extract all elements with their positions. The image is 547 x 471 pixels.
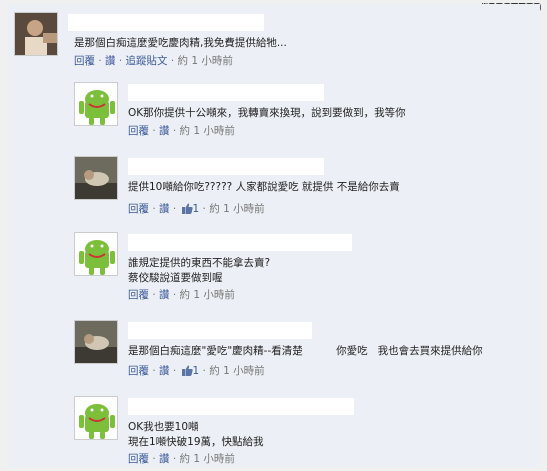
like-link[interactable]: 讚 bbox=[159, 125, 170, 137]
android-avatar[interactable] bbox=[74, 396, 118, 440]
comment-actions: 回覆 · 讚 · 1 · 約 1 小時前 bbox=[128, 364, 265, 380]
android-avatar[interactable] bbox=[74, 232, 118, 276]
timestamp[interactable]: 約 1 小時前 bbox=[209, 203, 264, 215]
like-link[interactable]: 讚 bbox=[159, 365, 170, 377]
comment-actions: 回覆 · 讚 · 約 1 小時前 bbox=[128, 289, 235, 301]
thumbs-up-icon[interactable] bbox=[181, 203, 193, 218]
comment-text: 誰規定提供的東西不能拿去賣? 蔡佼駿說道要做到喔 bbox=[128, 257, 271, 284]
comment-actions: 回覆 · 讚 · 約 1 小時前 bbox=[128, 453, 235, 465]
reply-link[interactable]: 回覆 bbox=[128, 203, 149, 215]
comment-text: OK那你提供十公噸來，我轉賣來換現，說到要做到，我等你 bbox=[128, 107, 406, 119]
comment-actions: 回覆 · 讚 · 1 · 約 1 小時前 bbox=[128, 202, 265, 218]
like-link[interactable]: 讚 bbox=[159, 453, 170, 465]
android-avatar[interactable] bbox=[74, 82, 118, 126]
commenter-name-redacted bbox=[68, 14, 264, 31]
timestamp[interactable]: 約 1 小時前 bbox=[180, 289, 235, 301]
user-avatar-photo[interactable] bbox=[74, 320, 118, 364]
comment-4: 是那個白痴這麼"愛吃"慶肉精--看清楚 你愛吃 我也會去買來提供給你 回覆 · … bbox=[74, 320, 540, 382]
thumbs-up-icon[interactable] bbox=[181, 365, 193, 380]
comment-5: OK我也要10噸 現在1噸快破19萬，快點給我 回覆 · 讚 · 約 1 小時前 bbox=[74, 396, 534, 466]
comment-2: 提供10噸給你吃????? 人家都說愛吃 就提供 不是給你去賣 回覆 · 讚 ·… bbox=[74, 156, 534, 216]
timestamp[interactable]: 約 1 小時前 bbox=[180, 125, 235, 137]
commenter-name-redacted bbox=[128, 322, 312, 339]
reply-link[interactable]: 回覆 bbox=[74, 55, 95, 67]
follow-post-link[interactable]: 追蹤貼文 bbox=[126, 55, 168, 67]
reply-link[interactable]: 回覆 bbox=[128, 453, 149, 465]
reply-link[interactable]: 回覆 bbox=[128, 289, 149, 301]
comment-text: 是那個白痴這麼愛吃慶肉精,我免費提供給牠... bbox=[74, 37, 287, 49]
commenter-name-redacted bbox=[128, 158, 324, 175]
comment-0: 是那個白痴這麼愛吃慶肉精,我免費提供給牠... 回覆 · 讚 · 追蹤貼文 · … bbox=[14, 12, 534, 72]
like-link[interactable]: 讚 bbox=[105, 55, 116, 67]
reply-link[interactable]: 回覆 bbox=[128, 365, 149, 377]
timestamp[interactable]: 約 1 小時前 bbox=[178, 55, 233, 67]
reply-link[interactable]: 回覆 bbox=[128, 125, 149, 137]
like-link[interactable]: 讚 bbox=[159, 203, 170, 215]
timestamp[interactable]: 約 1 小時前 bbox=[180, 453, 235, 465]
comment-actions: 回覆 · 讚 · 約 1 小時前 bbox=[128, 125, 235, 137]
comment-1: OK那你提供十公噸來，我轉賣來換現，說到要做到，我等你 回覆 · 讚 · 約 1… bbox=[74, 82, 534, 142]
like-link[interactable]: 讚 bbox=[159, 289, 170, 301]
comment-text: 提供10噸給你吃????? 人家都說愛吃 就提供 不是給你去賣 bbox=[128, 181, 400, 193]
comment-text: 是那個白痴這麼"愛吃"慶肉精--看清楚 你愛吃 我也會去買來提供給你 bbox=[128, 345, 483, 357]
comment-actions: 回覆 · 讚 · 追蹤貼文 · 約 1 小時前 bbox=[74, 55, 233, 67]
commenter-name-redacted bbox=[128, 234, 352, 251]
timestamp[interactable]: 約 1 小時前 bbox=[209, 365, 264, 377]
comment-thread: 是那個白痴這麼愛吃慶肉精,我免費提供給牠... 回覆 · 讚 · 追蹤貼文 · … bbox=[8, 4, 540, 467]
user-avatar-photo[interactable] bbox=[74, 156, 118, 200]
commenter-name-redacted bbox=[128, 84, 324, 101]
comment-text: OK我也要10噸 現在1噸快破19萬，快點給我 bbox=[128, 421, 264, 448]
commenter-name-redacted bbox=[128, 398, 354, 415]
comment-3: 誰規定提供的東西不能拿去賣? 蔡佼駿說道要做到喔 回覆 · 讚 · 約 1 小時… bbox=[74, 232, 534, 302]
user-avatar-photo[interactable] bbox=[14, 12, 58, 56]
